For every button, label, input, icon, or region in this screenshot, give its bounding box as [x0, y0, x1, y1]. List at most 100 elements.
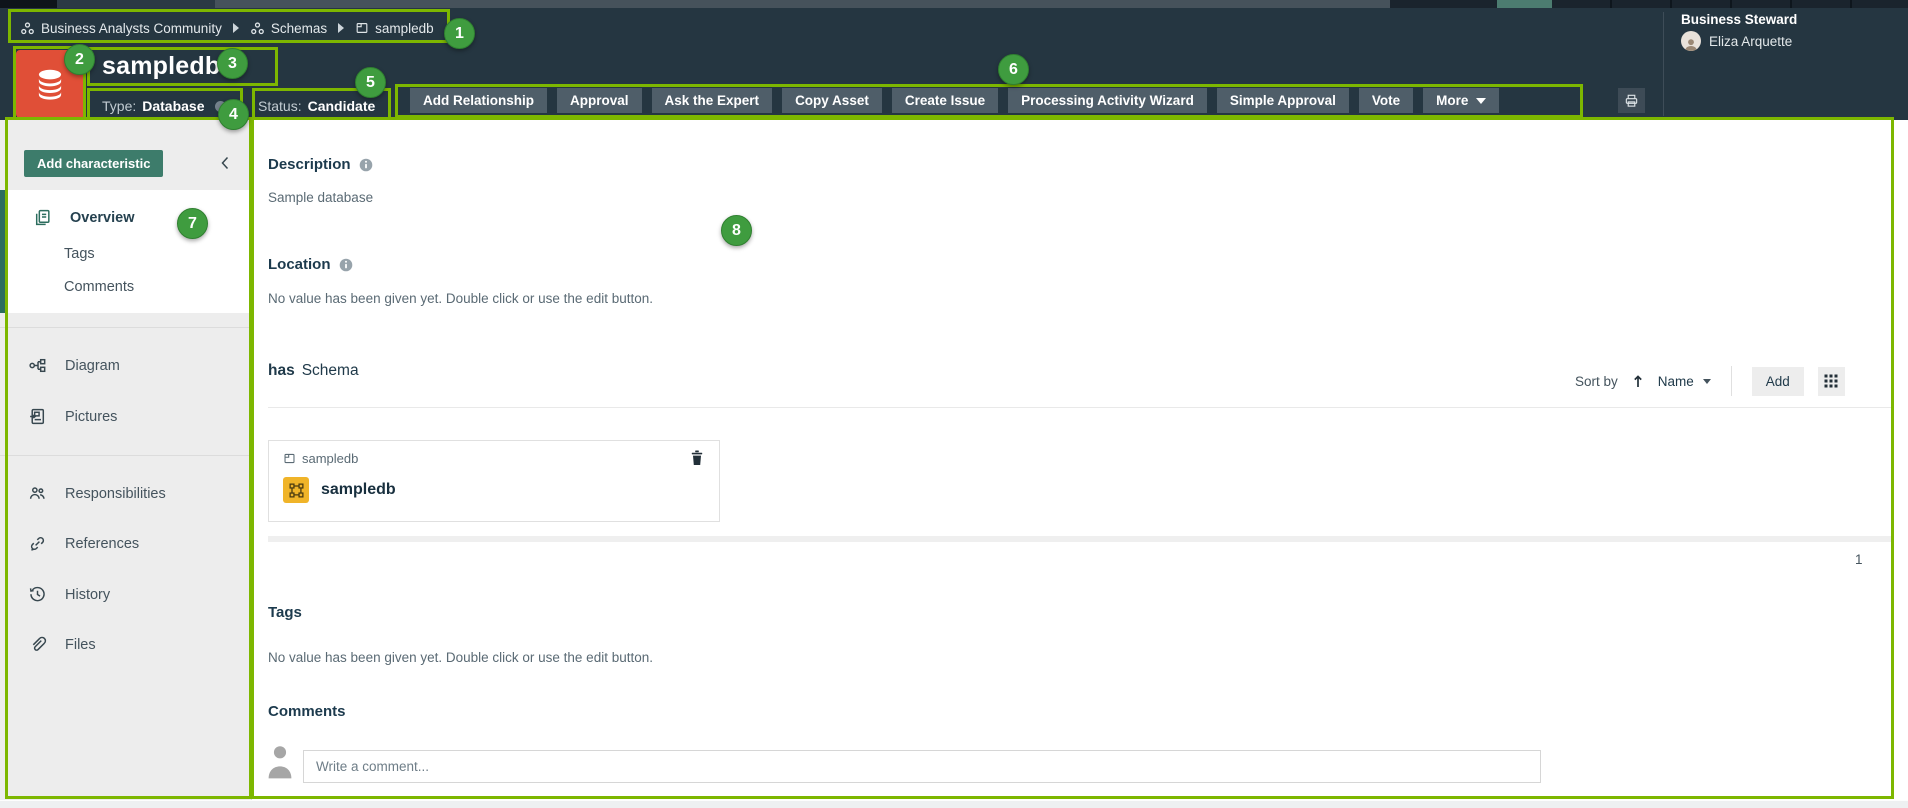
add-characteristic-button[interactable]: Add characteristic: [24, 150, 163, 177]
sidebar-item-tags[interactable]: Tags: [64, 246, 95, 262]
vote-button[interactable]: Vote: [1359, 88, 1413, 113]
person-silhouette-icon: [267, 743, 293, 779]
description-value[interactable]: Sample database: [268, 190, 373, 205]
delete-relation-button[interactable]: [690, 450, 704, 471]
breadcrumb: Business Analysts Community Schemas samp…: [20, 15, 434, 41]
sidebar-item-label: Comments: [64, 279, 134, 295]
add-relationship-button[interactable]: Add Relationship: [410, 88, 547, 113]
diagram-icon: [28, 356, 47, 375]
trash-icon: [690, 450, 704, 466]
breadcrumb-item-asset[interactable]: sampledb: [355, 21, 434, 36]
breadcrumb-label: Schemas: [271, 21, 327, 36]
community-icon: [20, 21, 35, 36]
top-bar-segment: [0, 0, 57, 8]
sidebar-item-comments[interactable]: Comments: [64, 279, 134, 295]
sidebar-item-pictures[interactable]: Pictures: [28, 407, 117, 426]
header-divider: [1663, 12, 1664, 116]
community-icon: [250, 21, 265, 36]
top-bar-sliver: [0, 0, 1908, 8]
ask-the-expert-button[interactable]: Ask the Expert: [652, 88, 773, 113]
top-bar-segment: [1552, 0, 1908, 8]
breadcrumb-label: sampledb: [375, 21, 434, 36]
sort-by-label: Sort by: [1575, 374, 1618, 389]
tags-heading: Tags: [268, 604, 302, 621]
breadcrumb-label: Business Analysts Community: [41, 21, 222, 36]
pagination-page-number[interactable]: 1: [1855, 552, 1863, 567]
sidebar-item-overview[interactable]: Overview: [33, 208, 135, 227]
related-asset-card[interactable]: sampledb sampledb: [268, 440, 720, 522]
heading-text: Location: [268, 256, 331, 273]
top-bar-segment: [215, 0, 1390, 8]
copy-asset-button[interactable]: Copy Asset: [782, 88, 882, 113]
grid-view-button[interactable]: [1818, 367, 1845, 396]
info-icon[interactable]: [339, 258, 353, 272]
card-parent: sampledb: [283, 451, 358, 466]
asset-status: Status: Candidate: [258, 98, 375, 114]
status-value: Candidate: [308, 98, 376, 114]
sidebar-item-label: Diagram: [65, 358, 120, 374]
card-asset[interactable]: sampledb: [283, 477, 396, 503]
sidebar-item-references[interactable]: References: [28, 534, 139, 553]
sidebar-item-label: References: [65, 536, 139, 552]
asset-box-icon: [283, 452, 296, 465]
simple-approval-button[interactable]: Simple Approval: [1217, 88, 1349, 113]
responsibility-user[interactable]: Eliza Arquette: [1681, 31, 1792, 51]
chevron-left-icon: [220, 156, 230, 170]
sidebar-item-history[interactable]: History: [28, 585, 110, 604]
sidebar-item-diagram[interactable]: Diagram: [28, 356, 120, 375]
sidebar-active-group: Overview Tags Comments: [0, 190, 251, 313]
chevron-down-icon: [1476, 98, 1486, 104]
relation-heading: has Schema: [268, 362, 359, 380]
heading-text: Comments: [268, 703, 346, 720]
card-asset-name: sampledb: [321, 481, 396, 499]
top-bar-segment: [57, 0, 215, 8]
sort-ascending-icon[interactable]: [1632, 374, 1644, 389]
collapse-sidebar-button[interactable]: [215, 153, 235, 173]
grid-icon: [1824, 374, 1838, 388]
processing-activity-wizard-button[interactable]: Processing Activity Wizard: [1008, 88, 1207, 113]
location-empty-value[interactable]: No value has been given yet. Double clic…: [268, 291, 653, 306]
more-button[interactable]: More: [1423, 88, 1499, 113]
create-issue-button[interactable]: Create Issue: [892, 88, 998, 113]
sidebar-item-label: History: [65, 587, 110, 603]
asset-header: Business Analysts Community Schemas samp…: [0, 8, 1908, 120]
asset-box-icon: [355, 21, 369, 35]
person-icon: [1684, 38, 1698, 51]
sidebar-divider: [0, 327, 251, 328]
sidebar-item-files[interactable]: Files: [28, 635, 96, 654]
comment-avatar: [267, 743, 293, 784]
sort-field-dropdown[interactable]: Name: [1658, 374, 1711, 389]
more-label: More: [1436, 93, 1468, 108]
responsibility-role-label: Business Steward: [1681, 12, 1797, 27]
relation-controls: Sort by Name Add: [1575, 366, 1845, 396]
tags-empty-value[interactable]: No value has been given yet. Double clic…: [268, 650, 653, 665]
link-icon: [28, 534, 47, 553]
responsibility-user-name: Eliza Arquette: [1709, 34, 1792, 49]
asset-overview-panel: Description Sample database Location No …: [253, 120, 1908, 800]
printer-icon: [1624, 93, 1639, 108]
pictures-icon: [28, 407, 47, 426]
page-bottom-strip: [0, 800, 1908, 808]
breadcrumb-item-domain[interactable]: Schemas: [250, 21, 327, 36]
comment-input[interactable]: [303, 750, 1541, 783]
sidebar-item-label: Files: [65, 637, 96, 653]
avatar: [1681, 31, 1701, 51]
sidebar-item-responsibilities[interactable]: Responsibilities: [28, 484, 166, 503]
heading-text: Description: [268, 156, 351, 173]
print-button[interactable]: [1618, 88, 1645, 113]
asset-sidebar: Add characteristic Overview Tags Comment…: [0, 120, 252, 800]
people-icon: [28, 484, 47, 503]
info-icon[interactable]: [359, 158, 373, 172]
controls-divider: [1731, 366, 1732, 396]
type-label: Type:: [102, 98, 136, 114]
sidebar-item-label: Overview: [70, 210, 135, 226]
breadcrumb-item-community[interactable]: Business Analysts Community: [20, 21, 222, 36]
approval-button[interactable]: Approval: [557, 88, 642, 113]
add-relation-button[interactable]: Add: [1752, 367, 1804, 396]
page-title: sampledb: [102, 52, 220, 81]
top-bar-segment: [1390, 0, 1497, 8]
type-value: Database: [142, 98, 204, 114]
schema-icon: [283, 477, 309, 503]
sort-field-value: Name: [1658, 374, 1694, 389]
relation-target: Schema: [302, 362, 359, 380]
